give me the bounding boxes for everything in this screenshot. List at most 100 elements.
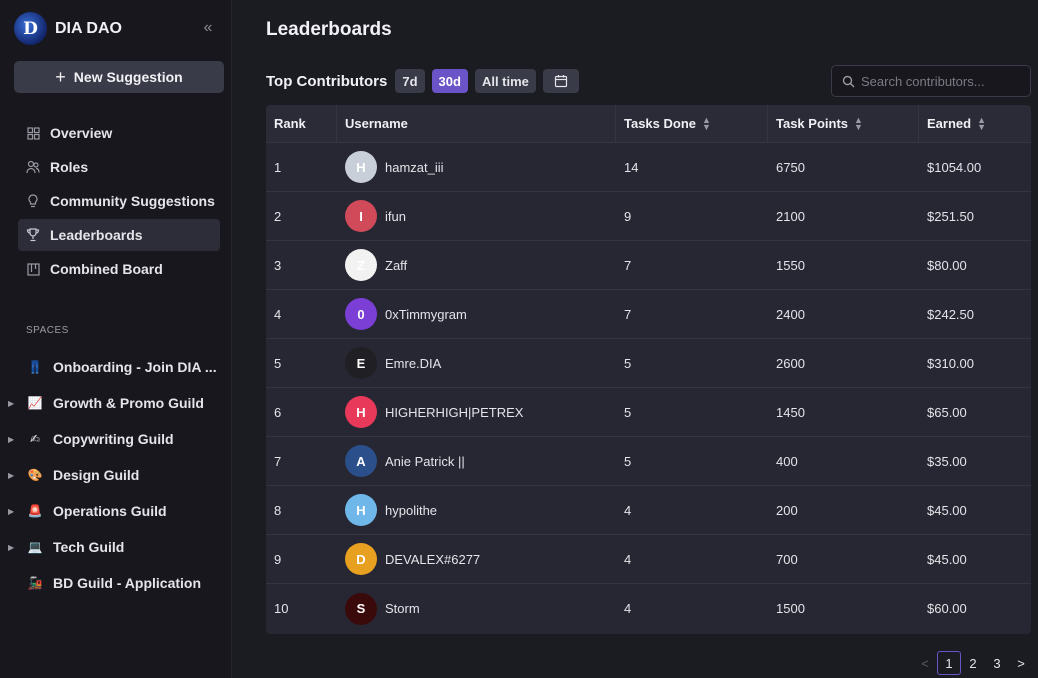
table-row[interactable]: 5 E Emre.DIA 5 2600 $310.00 bbox=[266, 339, 1031, 388]
column-header-tasks-done[interactable]: Tasks Done ▲ ▼ bbox=[616, 105, 768, 143]
space-item-bd-guild[interactable]: 🚂 BD Guild - Application bbox=[0, 565, 232, 601]
calendar-button[interactable] bbox=[542, 69, 579, 93]
space-label: Operations Guild bbox=[53, 503, 167, 519]
table-body: 1 Hhamzat_iii 14 6750 $1054.00 2 Iifun 9 2100 $25… bbox=[266, 143, 1031, 633]
caret-right-icon[interactable]: ▶ bbox=[8, 399, 14, 408]
page-button-2[interactable]: 2 bbox=[961, 651, 985, 675]
rank-cell: 5 bbox=[274, 355, 282, 371]
space-item-operations[interactable]: ▶ 🚨 Operations Guild bbox=[0, 493, 232, 529]
search-field[interactable] bbox=[831, 65, 1031, 97]
column-label: Tasks Done bbox=[624, 116, 697, 131]
username-cell[interactable]: D DEVALEX#6277 bbox=[337, 535, 616, 584]
username-cell[interactable]: A Anie Patrick || bbox=[337, 437, 616, 486]
avatar[interactable]: S bbox=[345, 592, 377, 625]
space-item-tech[interactable]: ▶ 💻 Tech Guild bbox=[0, 529, 232, 565]
space-item-copywriting[interactable]: ▶ ✍ Copywriting Guild bbox=[0, 421, 232, 457]
sort-icon[interactable]: ▲ ▼ bbox=[702, 115, 711, 131]
username[interactable]: Zaff bbox=[385, 258, 407, 273]
space-item-onboarding[interactable]: 👖 Onboarding - Join DIA ... bbox=[0, 349, 232, 385]
username[interactable]: hamzat_iii bbox=[385, 160, 444, 175]
space-item-growth-promo[interactable]: ▶ 📈 Growth & Promo Guild bbox=[0, 385, 232, 421]
avatar[interactable]: Z bbox=[345, 249, 377, 281]
avatar[interactable]: A bbox=[345, 445, 377, 477]
page-button-3[interactable]: 3 bbox=[985, 651, 1009, 675]
username[interactable]: HIGHERHIGH|PETREX bbox=[385, 405, 523, 420]
username[interactable]: hypolithe bbox=[385, 503, 437, 518]
caret-right-icon[interactable]: ▶ bbox=[8, 471, 14, 480]
table-row[interactable]: 10 S Storm 4 1500 $60.00 bbox=[266, 584, 1031, 633]
username-cell[interactable]: 0 0xTimmygram bbox=[337, 290, 616, 339]
leaderboard-toolbar: Top Contributors 7d 30d All time bbox=[266, 69, 586, 93]
avatar[interactable]: E bbox=[345, 347, 377, 379]
next-page-button[interactable]: > bbox=[1009, 651, 1033, 675]
username[interactable]: Storm bbox=[385, 601, 420, 616]
sort-icon[interactable]: ▲ ▼ bbox=[977, 115, 986, 131]
username-cell[interactable]: H HIGHERHIGH|PETREX bbox=[337, 388, 616, 437]
avatar[interactable]: 0 bbox=[345, 298, 377, 330]
table-row[interactable]: 8 Hhypolithe 4 200 $45.00 bbox=[266, 486, 1031, 535]
rank-cell: 4 bbox=[274, 306, 282, 322]
filter-7d-button[interactable]: 7d bbox=[395, 69, 425, 93]
earned-cell: $60.00 bbox=[927, 601, 967, 616]
table-row[interactable]: 6 H HIGHERHIGH|PETREX 5 1450 $65.00 bbox=[266, 388, 1031, 437]
username-cell[interactable]: S Storm bbox=[337, 584, 616, 633]
avatar[interactable]: H bbox=[345, 494, 377, 526]
earned-cell: $45.00 bbox=[927, 502, 967, 518]
username-cell[interactable]: Z Zaff bbox=[337, 241, 616, 290]
sort-icon[interactable]: ▲ ▼ bbox=[854, 115, 863, 131]
username[interactable]: Anie Patrick || bbox=[385, 454, 465, 469]
column-label: Rank bbox=[274, 116, 306, 131]
caret-right-icon[interactable]: ▶ bbox=[8, 507, 14, 516]
spaces-title: SPACES bbox=[26, 325, 69, 336]
users-icon bbox=[26, 160, 40, 174]
pagination: < 1 2 3 > bbox=[913, 651, 1033, 675]
caret-right-icon[interactable]: ▶ bbox=[8, 543, 14, 552]
brand-logo: D bbox=[14, 12, 47, 45]
brand[interactable]: D DIA DAO bbox=[14, 12, 122, 45]
username[interactable]: 0xTimmygram bbox=[385, 307, 467, 322]
sidebar-item-overview[interactable]: Overview bbox=[18, 117, 220, 149]
sidebar-item-label: Roles bbox=[50, 159, 89, 175]
table-row[interactable]: 2 Iifun 9 2100 $251.50 bbox=[266, 192, 1031, 241]
username[interactable]: ifun bbox=[385, 209, 406, 224]
column-header-rank: Rank bbox=[266, 105, 337, 143]
new-suggestion-label: New Suggestion bbox=[73, 69, 183, 85]
sidebar-item-label: Overview bbox=[50, 125, 113, 141]
double-chevron-left-icon[interactable]: « bbox=[198, 18, 218, 38]
username-cell[interactable]: E Emre.DIA bbox=[337, 339, 616, 388]
username[interactable]: Emre.DIA bbox=[385, 356, 441, 371]
earned-cell: $242.50 bbox=[927, 306, 974, 322]
avatar[interactable]: H bbox=[345, 151, 377, 183]
column-header-earned[interactable]: Earned ▲ ▼ bbox=[919, 105, 1031, 143]
avatar[interactable]: H bbox=[345, 396, 377, 428]
prev-page-button[interactable]: < bbox=[913, 651, 937, 675]
column-header-task-points[interactable]: Task Points ▲ ▼ bbox=[768, 105, 919, 143]
new-suggestion-button[interactable]: + New Suggestion bbox=[14, 61, 224, 93]
username[interactable]: DEVALEX#6277 bbox=[385, 552, 480, 567]
search-input[interactable] bbox=[861, 73, 1021, 89]
tasks-done-cell: 5 bbox=[624, 404, 632, 420]
earned-cell: $310.00 bbox=[927, 355, 974, 371]
rank-cell: 9 bbox=[274, 551, 282, 567]
filter-30d-button[interactable]: 30d bbox=[431, 69, 468, 93]
sidebar-item-roles[interactable]: Roles bbox=[18, 151, 220, 183]
avatar[interactable]: I bbox=[345, 200, 377, 232]
sidebar-item-combined-board[interactable]: Combined Board bbox=[18, 253, 220, 285]
table-row[interactable]: 7 A Anie Patrick || 5 400 $35.00 bbox=[266, 437, 1031, 486]
username-cell[interactable]: Hhamzat_iii bbox=[337, 143, 616, 192]
username-cell[interactable]: Hhypolithe bbox=[337, 486, 616, 535]
filter-all-time-button[interactable]: All time bbox=[474, 69, 536, 93]
tasks-done-cell: 9 bbox=[624, 208, 632, 224]
space-item-design[interactable]: ▶ 🎨 Design Guild bbox=[0, 457, 232, 493]
username-cell[interactable]: Iifun bbox=[337, 192, 616, 241]
page-button-1[interactable]: 1 bbox=[937, 651, 961, 675]
table-row[interactable]: 1 Hhamzat_iii 14 6750 $1054.00 bbox=[266, 143, 1031, 192]
grid-icon bbox=[26, 126, 40, 140]
sidebar-item-community-suggestions[interactable]: Community Suggestions bbox=[18, 185, 220, 217]
table-row[interactable]: 3 Z Zaff 7 1550 $80.00 bbox=[266, 241, 1031, 290]
caret-right-icon[interactable]: ▶ bbox=[8, 435, 14, 444]
avatar[interactable]: D bbox=[345, 543, 377, 575]
sidebar-item-leaderboards[interactable]: Leaderboards bbox=[18, 219, 220, 251]
table-row[interactable]: 9 D DEVALEX#6277 4 700 $45.00 bbox=[266, 535, 1031, 584]
table-row[interactable]: 4 0 0xTimmygram 7 2400 $242.50 bbox=[266, 290, 1031, 339]
